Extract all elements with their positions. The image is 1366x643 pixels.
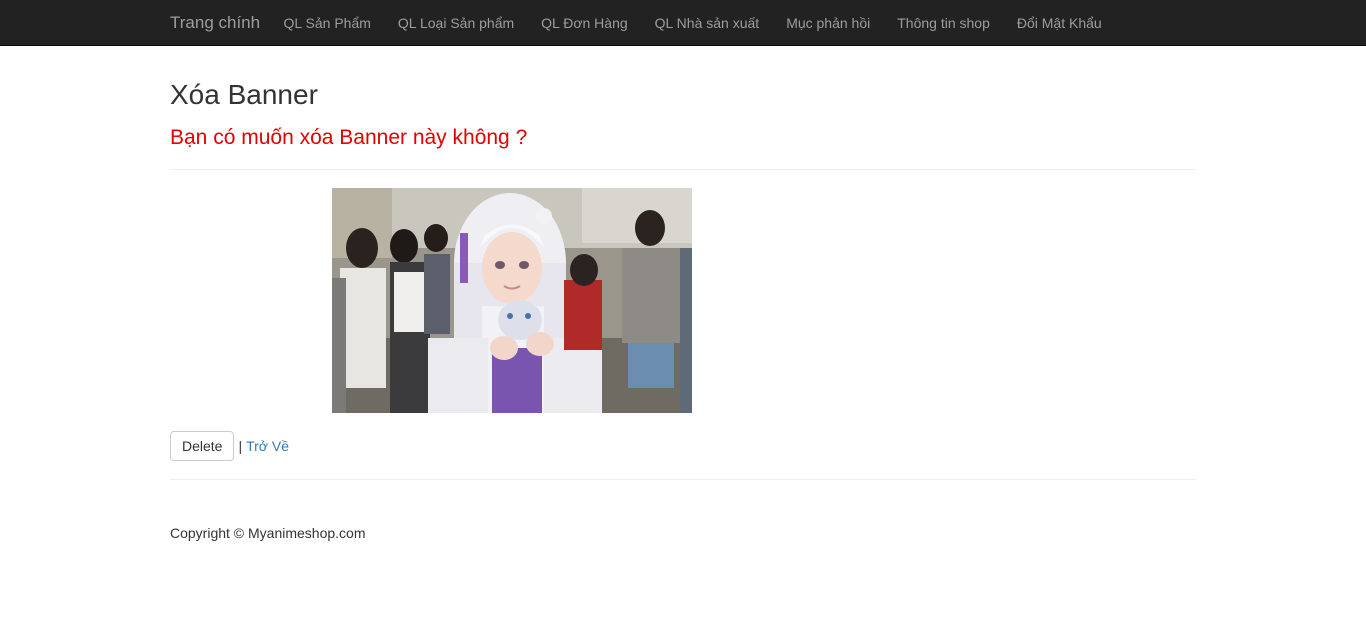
- copyright-text: Copyright © Myanimeshop.com: [170, 525, 366, 541]
- back-link[interactable]: Trở Về: [246, 438, 289, 454]
- footer-divider: [170, 479, 1196, 480]
- delete-button[interactable]: Delete: [170, 431, 235, 461]
- nav-item-products[interactable]: QL Sản Phẩm: [270, 0, 384, 46]
- nav-item-change-password[interactable]: Đổi Mật Khẩu: [1003, 0, 1115, 46]
- top-navbar: Trang chính QL Sản Phẩm QL Loại Sản phẩm…: [0, 0, 1366, 46]
- nav-item-product-categories[interactable]: QL Loại Sản phẩm: [384, 0, 527, 46]
- action-bar: Delete | Trở Về: [170, 431, 289, 461]
- banner-image: [332, 188, 692, 413]
- brand-link[interactable]: Trang chính: [170, 13, 260, 33]
- divider: [170, 169, 1196, 170]
- nav-item-orders[interactable]: QL Đơn Hàng: [528, 0, 641, 46]
- action-separator: |: [238, 438, 243, 454]
- delete-confirm-question: Bạn có muốn xóa Banner này không ?: [170, 126, 528, 149]
- nav-item-manufacturers[interactable]: QL Nhà sản xuất: [641, 0, 773, 46]
- nav-menu: QL Sản Phẩm QL Loại Sản phẩm QL Đơn Hàng…: [270, 0, 1115, 46]
- nav-item-shop-info[interactable]: Thông tin shop: [884, 0, 1004, 46]
- nav-item-feedback[interactable]: Mục phản hồi: [773, 0, 884, 46]
- page-title: Xóa Banner: [170, 79, 318, 110]
